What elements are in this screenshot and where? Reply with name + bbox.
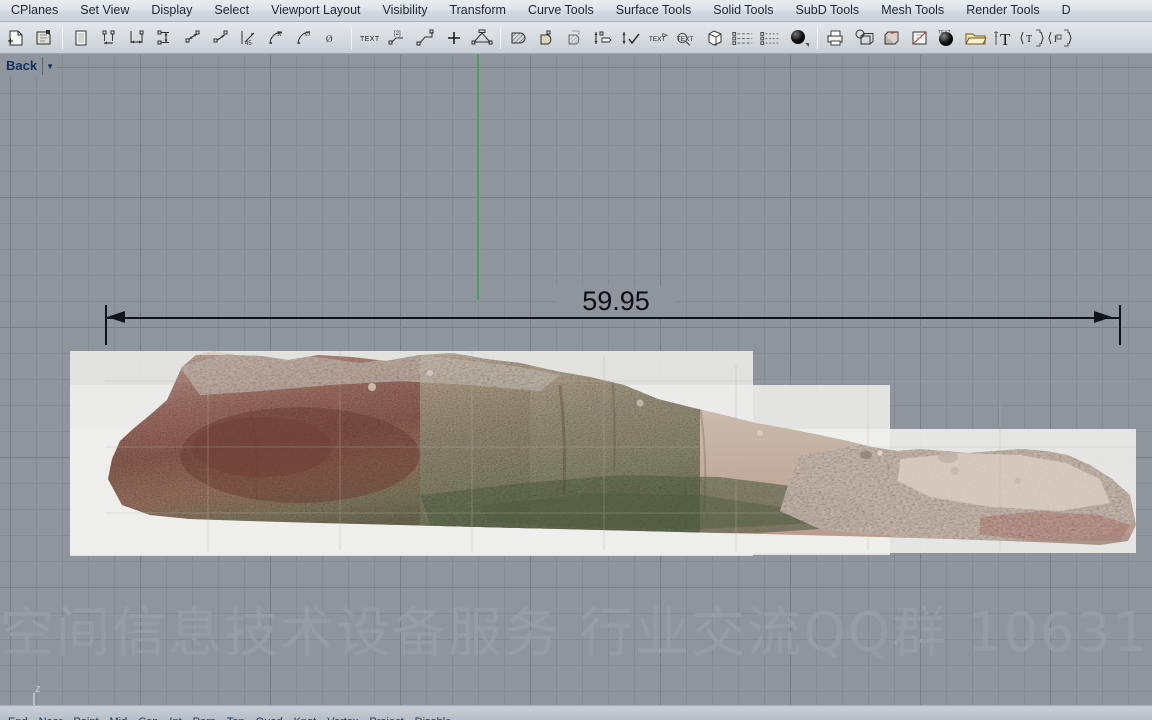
dimension-arrow-left — [107, 311, 125, 323]
toolbar-separator-2 — [351, 26, 352, 49]
osnap-end[interactable]: End — [6, 716, 37, 720]
diameter-dimension-icon[interactable]: Ø — [292, 25, 318, 51]
menu-item-select[interactable]: Select — [203, 0, 260, 21]
svg-text:TEXT: TEXT — [938, 30, 951, 36]
mesh-fragment — [938, 451, 958, 463]
gizmo-axes-lines — [33, 693, 35, 705]
menu-item-set-view[interactable]: Set View — [69, 0, 140, 21]
dimension-arrow-right — [1094, 311, 1112, 323]
osnap-mid[interactable]: Mid — [108, 716, 137, 720]
application-window: CPlanes Set View Display Select Viewport… — [0, 0, 1152, 720]
watermark-text: 空间信息技术设备服务 行业交流QQ群 106315305 — [0, 601, 1152, 664]
text-angle-icon[interactable]: T — [1019, 25, 1045, 51]
menu-item-cplanes[interactable]: CPlanes — [0, 0, 69, 21]
menu-item-subd-tools[interactable]: SubD Tools — [784, 0, 870, 21]
chevron-down-icon[interactable]: ▼ — [42, 57, 57, 75]
viewport-title-label[interactable]: Back — [0, 56, 42, 76]
dimension-value-text[interactable]: 59.95 — [556, 286, 676, 317]
text-object-icon[interactable]: TEXT — [646, 25, 672, 51]
print-icon[interactable] — [823, 25, 849, 51]
hatch-page-icon[interactable] — [68, 25, 94, 51]
osnap-near[interactable]: Near — [37, 716, 72, 720]
osnap-quad[interactable]: Quad — [254, 716, 292, 720]
osnap-perp[interactable]: Perp — [191, 716, 225, 720]
aligned-dimension-icon[interactable] — [180, 25, 206, 51]
clipping-plane-icon[interactable] — [907, 25, 933, 51]
text-icon[interactable]: TEXT — [357, 25, 383, 51]
svg-text:Ø: Ø — [326, 34, 333, 44]
svg-text:T: T — [1026, 34, 1032, 45]
rotated-dimension-icon[interactable] — [208, 25, 234, 51]
menu-item-visibility[interactable]: Visibility — [372, 0, 439, 21]
render-sphere-icon[interactable] — [786, 25, 812, 51]
ordinate-dimension-icon[interactable]: Ø — [320, 25, 346, 51]
menu-item-solid-tools[interactable]: Solid Tools — [702, 0, 784, 21]
viewport-title-tab[interactable]: Back ▼ — [0, 55, 58, 77]
osnap-cen[interactable]: Cen — [136, 716, 167, 720]
osnap-toolbar: End Near Point Mid Cen Int Perp Tan Quad… — [6, 715, 460, 720]
polyline-leader-icon[interactable] — [413, 25, 439, 51]
dimension-line — [105, 317, 1121, 319]
osnap-point[interactable]: Point — [71, 716, 107, 720]
leader-2-icon[interactable]: [2] — [385, 25, 411, 51]
menu-item-curve-tools[interactable]: Curve Tools — [517, 0, 605, 21]
axis-gizmo: z x — [4, 683, 64, 705]
text-height-icon[interactable]: T T — [991, 25, 1017, 51]
layout-list-icon[interactable] — [730, 25, 756, 51]
new-dimension-icon[interactable] — [3, 25, 29, 51]
boundary-hatch-icon[interactable] — [534, 25, 560, 51]
linear-dimension-icon[interactable] — [96, 25, 122, 51]
menu-item-drafting[interactable]: D — [1051, 0, 1082, 21]
menu-item-render-tools[interactable]: Render Tools — [955, 0, 1050, 21]
shaded-box-icon[interactable] — [879, 25, 905, 51]
render-preview-icon[interactable]: TEXT — [935, 25, 961, 51]
menu-item-mesh-tools[interactable]: Mesh Tools — [870, 0, 955, 21]
hatch-fill-icon[interactable] — [506, 25, 532, 51]
back-viewport[interactable]: 59.95 空间信息技术设备服务 行业交流QQ群 106315305 Back … — [0, 55, 1152, 705]
make-2d-icon[interactable] — [702, 25, 728, 51]
dimension-chain-icon[interactable] — [469, 25, 495, 51]
menu-bar: CPlanes Set View Display Select Viewport… — [0, 0, 1152, 22]
wireframe-box-icon[interactable] — [851, 25, 877, 51]
point-marker-icon[interactable] — [441, 25, 467, 51]
osnap-vertex[interactable]: Vertex — [325, 716, 367, 720]
mesh-fragment-2 — [860, 451, 872, 459]
radius-dimension-icon[interactable]: R — [264, 25, 290, 51]
osnap-int[interactable]: Int — [167, 716, 190, 720]
gizmo-z-label: z — [35, 683, 41, 695]
svg-text:I: I — [1054, 34, 1057, 44]
text-find-icon[interactable]: TEXT — [674, 25, 700, 51]
status-bar: End Near Point Mid Cen Int Perp Tan Quad… — [0, 705, 1152, 720]
svg-text:R: R — [277, 30, 282, 38]
osnap-disable[interactable]: Disable — [413, 716, 461, 720]
svg-text:T: T — [994, 31, 999, 39]
svg-text:45: 45 — [245, 41, 252, 47]
menu-item-transform[interactable]: Transform — [438, 0, 517, 21]
menu-item-display[interactable]: Display — [140, 0, 203, 21]
drafting-toolbar: 45 R Ø Ø TEXT [2] TEXT TEXT TEXT T T I — [0, 22, 1152, 54]
svg-text:Ø: Ø — [305, 30, 310, 38]
toolbar-separator — [62, 26, 63, 49]
angle-dimension-icon[interactable]: 45 — [236, 25, 262, 51]
dimension-extension-line-right — [1119, 305, 1121, 345]
detail-list-icon[interactable] — [758, 25, 784, 51]
toolbar-separator-3 — [500, 26, 501, 49]
dimension-style-icon[interactable] — [31, 25, 57, 51]
osnap-tan[interactable]: Tan — [225, 716, 254, 720]
svg-text:[2]: [2] — [394, 31, 401, 37]
horizontal-dimension-icon[interactable] — [124, 25, 150, 51]
text-box-icon[interactable]: I — [1047, 25, 1073, 51]
menu-item-viewport-layout[interactable]: Viewport Layout — [260, 0, 371, 21]
open-folder-icon[interactable] — [963, 25, 989, 51]
osnap-project[interactable]: Project — [367, 716, 412, 720]
menu-item-surface-tools[interactable]: Surface Tools — [605, 0, 703, 21]
osnap-knot[interactable]: Knot — [292, 716, 326, 720]
svg-text:T: T — [1000, 30, 1011, 48]
toolbar-separator-4 — [817, 26, 818, 49]
hatch-scale-icon[interactable] — [562, 25, 588, 51]
vertical-dimension-icon[interactable] — [152, 25, 178, 51]
dimension-edit-icon[interactable] — [590, 25, 616, 51]
svg-text:TEXT: TEXT — [360, 36, 380, 43]
dimension-check-icon[interactable] — [618, 25, 644, 51]
